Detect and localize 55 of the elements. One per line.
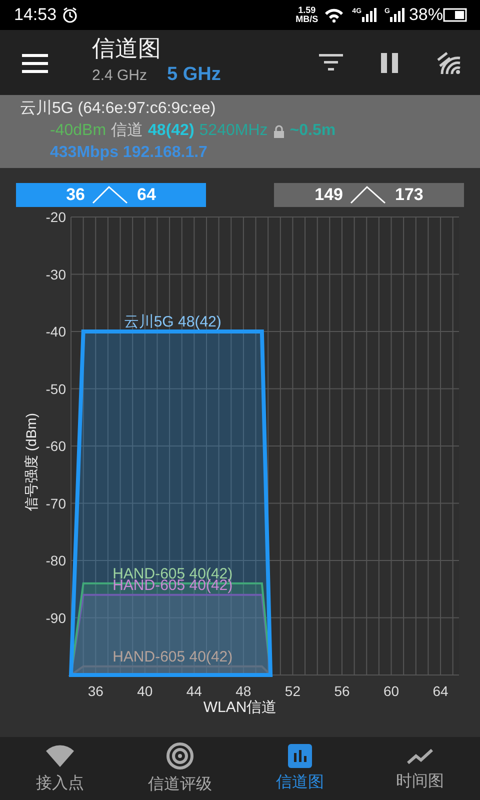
menu-button[interactable]: [22, 52, 48, 76]
nav-tab[interactable]: 时间图: [360, 745, 480, 794]
y-tick-label: -20: [46, 209, 66, 225]
y-tick-label: -80: [46, 552, 66, 568]
filter-icon: [319, 54, 343, 72]
network-label: 云川5G 48(42): [124, 314, 222, 330]
y-tick-label: -60: [46, 438, 66, 454]
nav-tab[interactable]: 接入点: [0, 743, 120, 796]
x-tick-label: 40: [137, 683, 153, 699]
x-tick-label: 48: [236, 683, 252, 699]
band-tab[interactable]: 2.4 GHz: [92, 65, 148, 88]
y-tick-label: -70: [46, 495, 66, 512]
y-tick-label: -30: [46, 266, 66, 282]
frequency: 5240MHz: [199, 121, 268, 141]
screen-title: 信道图: [92, 36, 162, 62]
menu-icon: [22, 54, 48, 74]
network-name: 云川5G (64:6e:97:c6:9c:ee): [20, 98, 217, 119]
network-label: HAND-605 40(42): [112, 648, 233, 666]
alarm-icon: [62, 7, 78, 23]
nav-tab[interactable]: 信道图: [240, 744, 360, 795]
y-tick-label: -50: [46, 380, 66, 397]
y-tick-label: -90: [46, 610, 66, 626]
clock: 14:53: [14, 4, 57, 26]
x-tick-label: 64: [432, 683, 448, 699]
x-tick-label: 44: [186, 683, 202, 699]
pause-icon: [381, 52, 398, 73]
band-tab[interactable]: 5 GHz: [167, 61, 221, 90]
distance: ~0.5m: [290, 121, 336, 141]
channel-number: 48(42): [148, 121, 194, 141]
y-axis-title: 信号强度 (dBm): [23, 413, 39, 511]
x-tick-label: 60: [383, 683, 400, 699]
nav-tab[interactable]: 信道评级: [120, 742, 240, 797]
x-tick-label: 36: [88, 683, 104, 699]
link-speed-ip: 433Mbps 192.168.1.7: [49, 143, 208, 163]
x-tick-label: 56: [334, 683, 350, 699]
x-axis-title: WLAN信道: [203, 699, 277, 716]
bar-chart-icon: [288, 744, 312, 768]
lock-icon: [272, 124, 285, 138]
battery-icon: [443, 8, 468, 22]
x-tick-label: 52: [284, 683, 300, 699]
net-speed-value: 1.59: [298, 6, 316, 15]
y-tick-label: -40: [46, 324, 66, 340]
pause-button[interactable]: [381, 51, 398, 75]
radar-icon: [166, 742, 194, 770]
channel-label: 信道: [111, 121, 144, 141]
battery-percent: 38%: [408, 4, 443, 26]
wifi-icon: [324, 7, 344, 23]
range-button[interactable]: 149 173: [274, 183, 464, 207]
scan-button[interactable]: [436, 50, 462, 76]
wifi-scan-icon: [436, 50, 462, 76]
wifi-icon: [44, 743, 76, 769]
net-speed-unit: MB/S: [296, 15, 318, 24]
signal-icon: [362, 8, 377, 22]
signal-icon: [390, 8, 405, 22]
signal-strength: -40dBm: [50, 121, 106, 141]
